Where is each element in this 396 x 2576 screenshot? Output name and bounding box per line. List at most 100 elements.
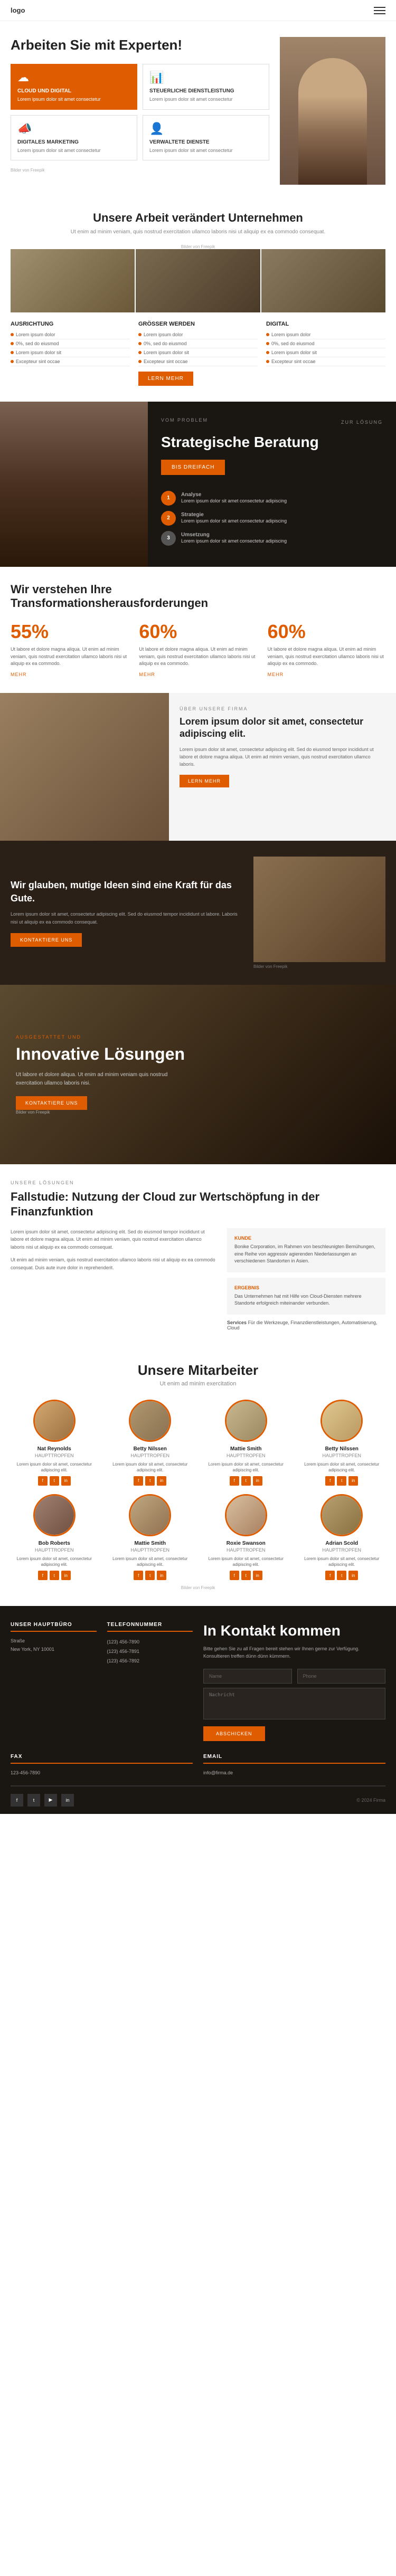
linkedin-icon[interactable]: in xyxy=(61,1571,71,1580)
employee-mattie-smith-2: Mattie Smith HAUPTTROPFEN Lorem ipsum do… xyxy=(107,1494,194,1580)
work-images xyxy=(11,249,385,312)
twitter-icon[interactable]: t xyxy=(337,1571,346,1580)
contact-message-input[interactable] xyxy=(203,1688,385,1719)
list-item: Excepteur sint occae xyxy=(266,357,385,366)
linkedin-icon[interactable]: in xyxy=(253,1571,262,1580)
contact-phone-input[interactable] xyxy=(297,1669,386,1684)
contact-phone-3: (123) 456-7892 xyxy=(107,1656,193,1666)
facebook-icon[interactable]: f xyxy=(38,1476,48,1486)
contact-phone-info: (123) 456-7890 (123) 456-7891 (123) 456-… xyxy=(107,1637,193,1666)
linkedin-icon[interactable]: in xyxy=(348,1476,358,1486)
stat-3-number: 60% xyxy=(268,621,385,643)
hero-title: Arbeiten Sie mit Experten! xyxy=(11,37,269,53)
believe-contact-button[interactable]: KONTAKTIERE UNS xyxy=(11,933,82,947)
socials-roxie-swanson: f t in xyxy=(202,1571,290,1580)
name-betty-nilssen-1: Betty Nilssen xyxy=(107,1446,194,1452)
list-item: 0%, sed do eiusmod xyxy=(266,339,385,348)
name-adrian-scold: Adrian Scold xyxy=(298,1541,386,1546)
believe-photo xyxy=(253,857,385,962)
innovative-contact-button[interactable]: KONTAKTIERE UNS xyxy=(16,1096,87,1110)
role-betty-nilssen-1: HAUPTTROPFEN xyxy=(107,1453,194,1458)
facebook-icon[interactable]: f xyxy=(230,1476,239,1486)
case-kunde-text: Bonike Corporation, im Rahmen von beschl… xyxy=(234,1243,378,1265)
footer-youtube-icon[interactable]: ▶ xyxy=(44,1794,57,1807)
stat-2-desc: Ut labore et dolore magna aliqua. Ut eni… xyxy=(139,646,257,668)
contact-fax-col: FAX 123-456-7890 xyxy=(11,1754,193,1777)
innovative-overlay: AUSGESTATTET UND Innovative Lösungen Ut … xyxy=(0,985,396,1164)
hero-left: Arbeiten Sie mit Experten! ☁ CLOUD UND D… xyxy=(11,37,269,185)
stat-3-link[interactable]: MEHR xyxy=(268,672,385,677)
footer-facebook-icon[interactable]: f xyxy=(11,1794,23,1807)
desc-adrian-scold: Lorem ipsum dolor sit amet, consectetur … xyxy=(298,1556,386,1567)
work-image-2 xyxy=(136,249,260,312)
facebook-icon[interactable]: f xyxy=(325,1476,335,1486)
case-kunde-box: Kunde Bonike Corporation, im Rahmen von … xyxy=(227,1228,385,1272)
hero-card-3-desc: Lorem ipsum dolor sit amet consectetur xyxy=(17,147,130,154)
linkedin-icon[interactable]: in xyxy=(253,1476,262,1486)
linkedin-icon[interactable]: in xyxy=(157,1571,166,1580)
strategic-title: Strategische Beratung xyxy=(161,433,383,451)
about-section: ÜBER UNSERE FIRMA Lorem ipsum dolor sit … xyxy=(0,693,396,841)
twitter-icon[interactable]: t xyxy=(241,1476,251,1486)
transform-title: Wir verstehen Ihre Transformationsheraus… xyxy=(11,583,158,611)
work-col-digital: DIGITAL Lorem ipsum dolor 0%, sed do eiu… xyxy=(266,321,385,386)
facebook-icon[interactable]: f xyxy=(134,1476,143,1486)
list-item: Lorem ipsum dolor sit xyxy=(266,348,385,357)
employees-row-1: Nat Reynolds HAUPTTROPFEN Lorem ipsum do… xyxy=(11,1400,385,1486)
transform-stats: 55% Ut labore et dolore magna aliqua. Ut… xyxy=(11,621,385,677)
twitter-icon[interactable]: t xyxy=(50,1571,59,1580)
work-title: Unsere Arbeit verändert Unternehmen xyxy=(11,211,385,225)
stat-1-link[interactable]: MEHR xyxy=(11,672,128,677)
contact-address-line: Straße xyxy=(11,1637,97,1645)
step-circle-2: 2 xyxy=(161,511,176,526)
contact-name-input[interactable] xyxy=(203,1669,292,1684)
contact-form-desc: Bitte gehen Sie zu all Fragen bereit ste… xyxy=(203,1645,385,1660)
contact-submit-button[interactable]: ABSCHICKEN xyxy=(203,1726,265,1741)
footer-linkedin-icon[interactable]: in xyxy=(61,1794,74,1807)
socials-mattie-smith-2: f t in xyxy=(107,1571,194,1580)
footer-twitter-icon[interactable]: t xyxy=(27,1794,40,1807)
avatar-mattie-smith-1 xyxy=(225,1400,267,1442)
work-col-1-title: AUSRICHTUNG xyxy=(11,321,130,327)
hero-card-1[interactable]: ☁ CLOUD UND DIGITAL Lorem ipsum dolor si… xyxy=(11,64,137,110)
stat-2-number: 60% xyxy=(139,621,257,643)
contact-footer: f t ▶ in © 2024 Firma xyxy=(11,1786,385,1814)
innovative-desc: Ut labore et dolore aliqua. Ut enim ad m… xyxy=(16,1071,174,1088)
hamburger-button[interactable] xyxy=(374,7,385,14)
facebook-icon[interactable]: f xyxy=(230,1571,239,1580)
innovative-freepik: Bilder von Freepik xyxy=(16,1110,185,1115)
employees-title: Unsere Mitarbeiter xyxy=(11,1362,385,1379)
learn-more-button[interactable]: LERN MEHR xyxy=(138,372,193,386)
list-item: Excepteur sint occae xyxy=(138,357,258,366)
work-columns: AUSRICHTUNG Lorem ipsum dolor 0%, sed do… xyxy=(11,321,385,386)
case-section: UNSERE LÖSUNGEN Fallstudie: Nutzung der … xyxy=(0,1164,396,1346)
hero-card-4[interactable]: 👤 VERWALTETE DIENSTE Lorem ipsum dolor s… xyxy=(143,115,269,161)
stat-1-number: 55% xyxy=(11,621,128,643)
twitter-icon[interactable]: t xyxy=(145,1571,155,1580)
twitter-icon[interactable]: t xyxy=(241,1571,251,1580)
desc-betty-nilssen-1: Lorem ipsum dolor sit amet, consectetur … xyxy=(107,1461,194,1473)
lern-mehr-button[interactable]: LERN MEHR xyxy=(180,775,229,787)
twitter-icon[interactable]: t xyxy=(145,1476,155,1486)
contact-address-info: Straße New York, NY 10001 xyxy=(11,1637,97,1653)
cloud-icon: ☁ xyxy=(17,71,130,84)
avatar-adrian-scold xyxy=(320,1494,363,1536)
hero-card-2[interactable]: 📊 STEUERLICHE DIENSTLEISTUNG Lorem ipsum… xyxy=(143,64,269,110)
employee-adrian-scold: Adrian Scold HAUPTTROPFEN Lorem ipsum do… xyxy=(298,1494,386,1580)
hero-card-3[interactable]: 📣 DIGITALES MARKETING Lorem ipsum dolor … xyxy=(11,115,137,161)
twitter-icon[interactable]: t xyxy=(50,1476,59,1486)
role-betty-nilssen-2: HAUPTTROPFEN xyxy=(298,1453,386,1458)
step-3-label: Umsetzung xyxy=(181,532,287,538)
twitter-icon[interactable]: t xyxy=(337,1476,346,1486)
linkedin-icon[interactable]: in xyxy=(157,1476,166,1486)
facebook-icon[interactable]: f xyxy=(134,1571,143,1580)
facebook-icon[interactable]: f xyxy=(325,1571,335,1580)
strategic-button[interactable]: BIS DREIFACH xyxy=(161,460,225,475)
hero-card-1-desc: Lorem ipsum dolor sit amet consectetur xyxy=(17,96,130,103)
stat-2-link[interactable]: MEHR xyxy=(139,672,257,677)
innovative-section: AUSGESTATTET UND Innovative Lösungen Ut … xyxy=(0,985,396,1164)
avatar-betty-nilssen-1 xyxy=(129,1400,171,1442)
facebook-icon[interactable]: f xyxy=(38,1571,48,1580)
linkedin-icon[interactable]: in xyxy=(348,1571,358,1580)
linkedin-icon[interactable]: in xyxy=(61,1476,71,1486)
